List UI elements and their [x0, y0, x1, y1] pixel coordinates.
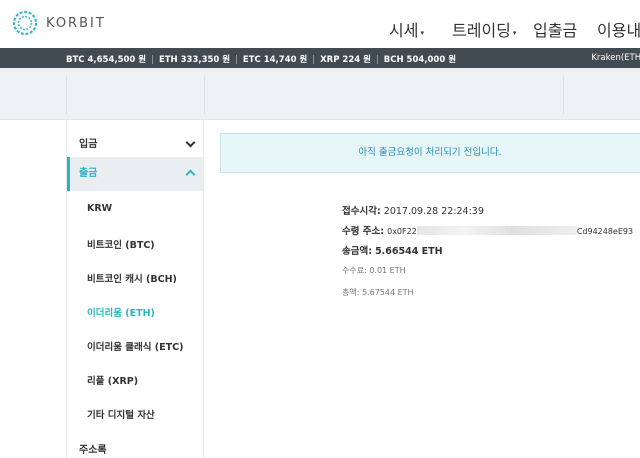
chevron-up-icon [185, 169, 196, 180]
address-label: 수령 주소: [342, 226, 385, 237]
ticker-bch: BCH 504,000 원 [383, 55, 457, 65]
address-suffix: Cd94248eE93 [576, 227, 634, 236]
received-at-row: 접수시각: 2017.09.28 22:24:39 [342, 203, 484, 217]
sidebar-item-withdraw[interactable]: 출금 [67, 157, 204, 191]
nav-label: 이용내역 [597, 21, 640, 40]
total-row: 총액: 5.67544 ETH [342, 287, 414, 298]
sidebar-item-deposit[interactable]: 입금 [67, 135, 204, 151]
address-redacted [416, 226, 577, 235]
sidebar-item-krw[interactable]: KRW [67, 203, 204, 214]
received-at-value: 2017.09.28 22:24:39 [383, 206, 484, 217]
amount-label: 송금액: [342, 246, 373, 257]
amount-row: 송금액: 5.66544 ETH [342, 243, 443, 257]
ticker-prices: BTC 4,654,500 원 | ETH 333,350 원 | ETC 14… [66, 53, 456, 65]
chevron-down-icon [185, 137, 196, 148]
fee-label: 수수료: [342, 266, 367, 275]
ticker-btc: BTC 4,654,500 원 [66, 55, 147, 65]
nav-deposit-withdraw[interactable]: 입출금 [533, 17, 577, 41]
address-row: 수령 주소: 0x0F22 Cd94248eE93 [342, 223, 633, 237]
sidebar-item-xrp[interactable]: 리플 (XRP) [67, 373, 204, 387]
band-divider [204, 76, 205, 114]
nav-history[interactable]: 이용내역 [597, 17, 640, 41]
fee-value: 0.01 ETH [369, 266, 406, 275]
ticker-separator: | [235, 55, 238, 65]
sidebar: 입금 출금 KRW 비트코인 (BTC) 비트코인 캐시 (BCH) 이더리움 … [66, 121, 204, 458]
address-prefix: 0x0F22 [387, 227, 417, 236]
sidebar-item-btc[interactable]: 비트코인 (BTC) [67, 237, 204, 251]
caret-down-icon: ▾ [420, 29, 424, 37]
nav-market-price[interactable]: 시세 ▾ [389, 17, 424, 41]
sidebar-item-other-assets[interactable]: 기타 디지털 자산 [67, 407, 204, 421]
logo-text: KORBIT [46, 15, 106, 31]
top-header: KORBIT 시세▾ 트레이딩▾ 입출금 이용내역 [0, 0, 640, 48]
total-value: 5.67544 ETH [361, 288, 414, 297]
nav-trading[interactable]: 트레이딩 ▾ [452, 17, 516, 41]
sidebar-item-bch[interactable]: 비트코인 캐시 (BCH) [67, 271, 204, 285]
logo-icon [12, 10, 38, 36]
sidebar-item-label: 입금 [79, 139, 98, 150]
fee-row: 수수료: 0.01 ETH [342, 265, 406, 276]
nav-label: 트레이딩 [452, 21, 511, 40]
korbit-logo[interactable]: KORBIT [12, 10, 106, 36]
pending-notice: 아직 출금요청이 처리되기 전입니다. [220, 133, 640, 173]
band-divider [66, 76, 67, 114]
sidebar-item-etc[interactable]: 이더리움 클래식 (ETC) [67, 339, 204, 353]
total-label: 총액: [342, 288, 360, 297]
amount-value: 5.66544 ETH [375, 246, 443, 257]
ticker-separator: | [151, 55, 154, 65]
ticker-separator: | [312, 55, 316, 65]
ticker-separator: | [375, 55, 379, 65]
sidebar-item-eth[interactable]: 이더리움 (ETH) [67, 305, 204, 319]
ticker-etc: ETC 14,740 원 [242, 55, 308, 65]
price-ticker: BTC 4,654,500 원 | ETH 333,350 원 | ETC 14… [0, 48, 640, 68]
sidebar-item-label: 출금 [79, 168, 98, 179]
ticker-kraken: Kraken(ETH/ [591, 53, 640, 63]
nav-label: 시세 [389, 21, 419, 40]
received-at-label: 접수시각: [342, 206, 381, 217]
subheader-band [0, 68, 640, 120]
ticker-xrp: XRP 224 원 [320, 55, 371, 65]
caret-down-icon: ▾ [512, 29, 517, 37]
sidebar-item-address-book[interactable]: 주소록 [67, 441, 204, 456]
nav-label: 입출금 [533, 21, 578, 40]
band-divider [563, 76, 564, 114]
ticker-eth: ETH 333,350 원 [158, 55, 231, 65]
